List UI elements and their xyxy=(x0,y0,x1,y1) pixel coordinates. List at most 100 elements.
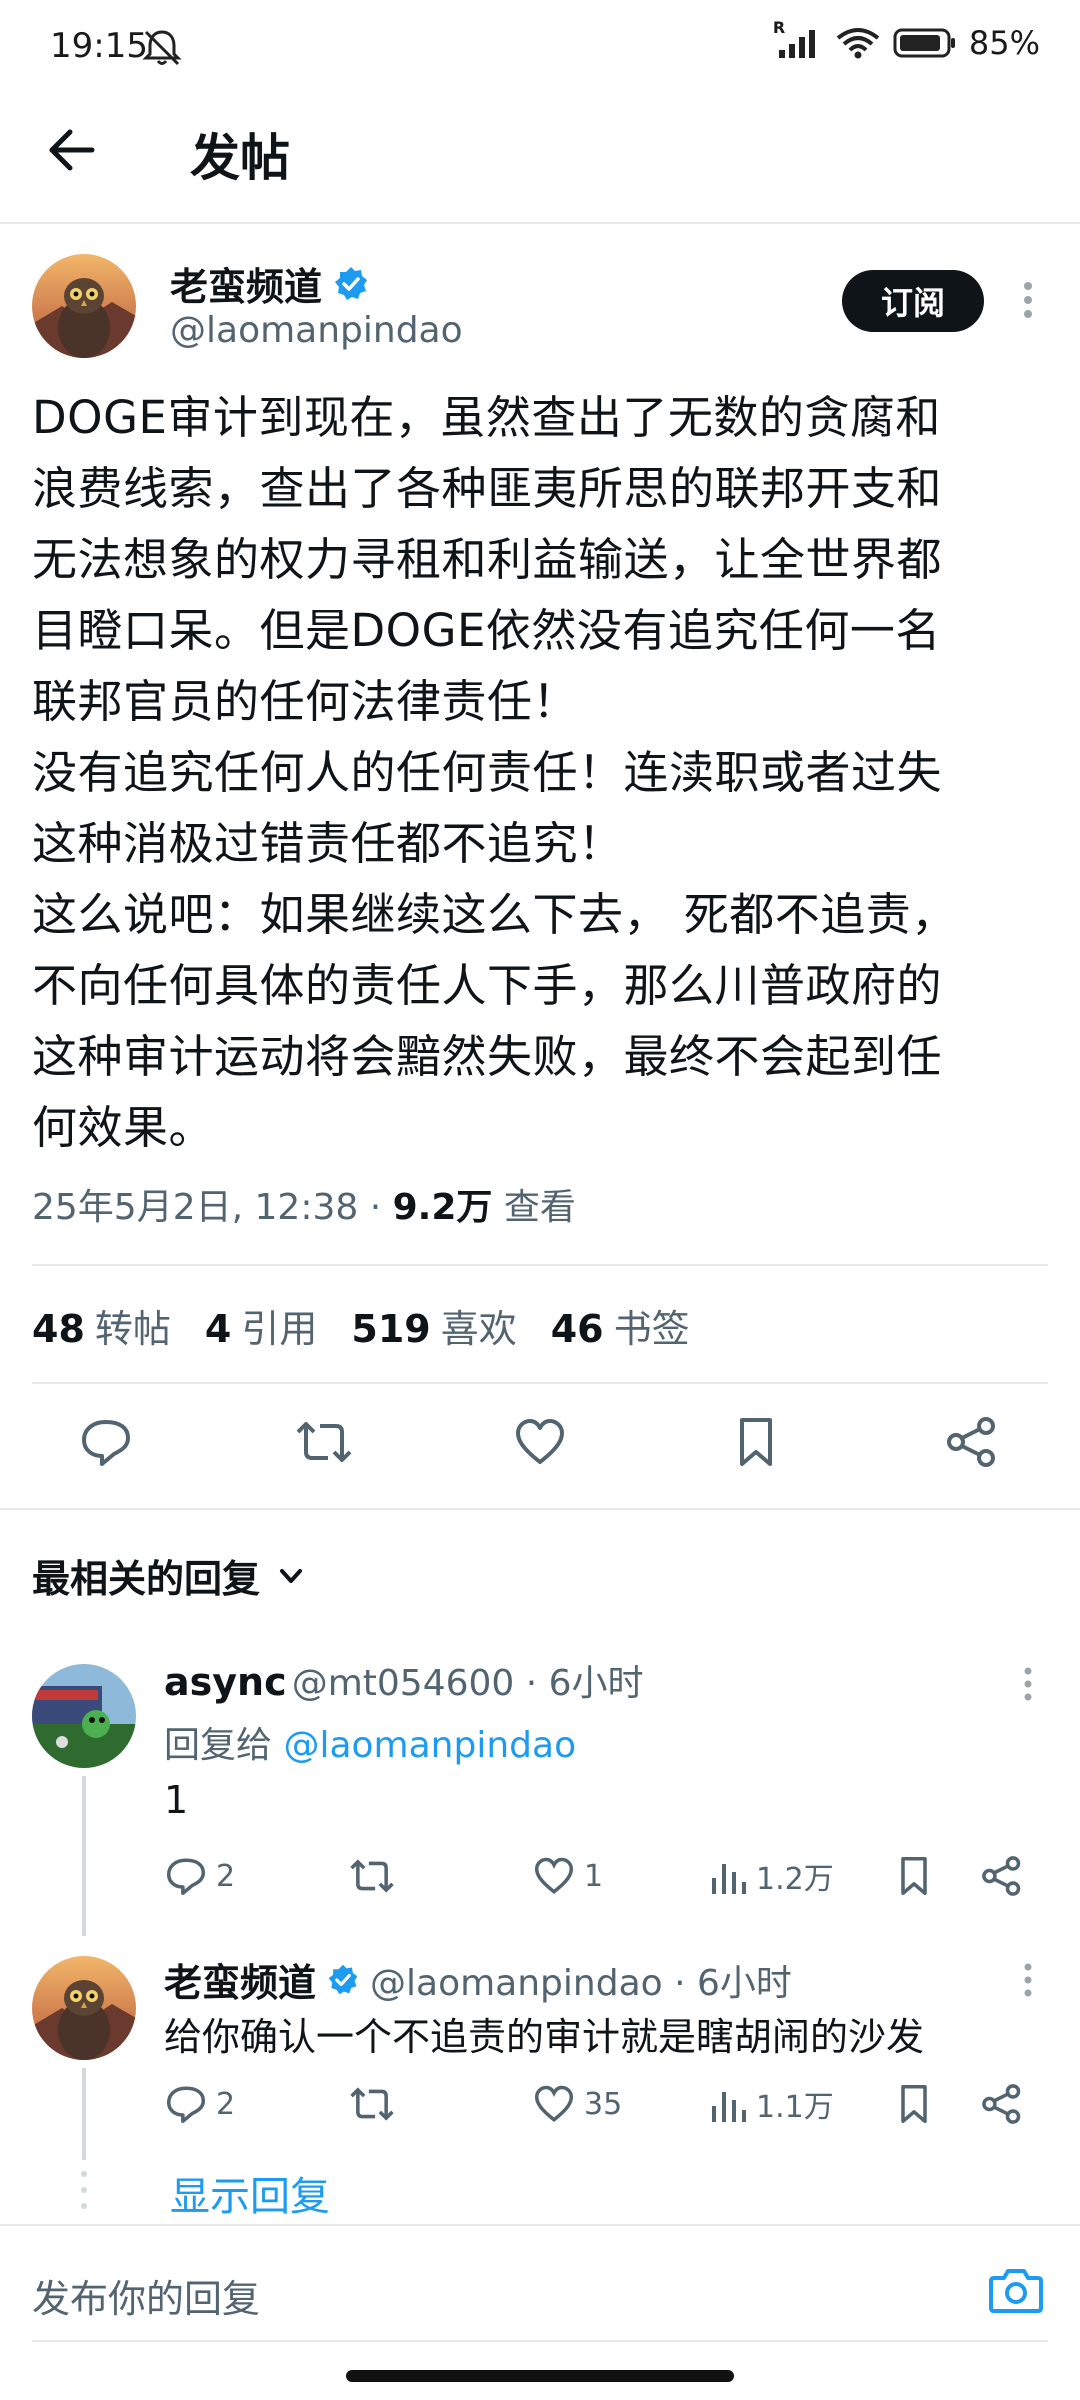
reply-avatar[interactable] xyxy=(32,1664,136,1768)
reply-like-button[interactable]: 1 xyxy=(532,1854,603,1898)
signal-label: R xyxy=(772,18,786,37)
retweet-button[interactable] xyxy=(294,1414,354,1470)
reply-header: 老蛮频道 @laomanpindao · 6小时 xyxy=(164,1952,792,2007)
author-name[interactable]: 老蛮频道 xyxy=(170,256,370,311)
tweet-stats: 48 转帖 4 引用 519 喜欢 46 书签 xyxy=(32,1298,690,1353)
reply-views-button[interactable]: 1.2万 xyxy=(708,1854,834,1898)
page-title: 发帖 xyxy=(190,129,290,187)
verified-badge-icon xyxy=(332,265,370,303)
reply-time: · 6小时 xyxy=(514,1663,644,1704)
share-button[interactable] xyxy=(944,1414,1000,1470)
reply-avatar[interactable] xyxy=(32,1956,136,2060)
battery-percent: 85% xyxy=(968,24,1040,62)
reply-retweet-button[interactable] xyxy=(348,2082,396,2126)
reply-time: · 6小时 xyxy=(662,1962,792,2004)
reply-replies-count: 2 xyxy=(216,1858,236,1894)
tweet-views-label: 查看 xyxy=(492,1187,576,1228)
reply-more-icon[interactable] xyxy=(1022,1962,1034,1998)
bookmark-icon xyxy=(901,2084,927,2124)
show-replies-link[interactable]: 显示回复 xyxy=(170,2164,330,2222)
reply-likes-count: 35 xyxy=(584,2086,623,2122)
battery-icon xyxy=(893,27,957,59)
reply-button[interactable] xyxy=(78,1414,134,1470)
reply-author-handle[interactable]: @laomanpindao xyxy=(370,1963,663,2004)
verified-badge-icon xyxy=(326,1963,360,1997)
stat-bookmarks[interactable]: 46 书签 xyxy=(551,1298,690,1353)
reply-likes-count: 1 xyxy=(584,1858,604,1894)
like-icon xyxy=(534,2085,574,2122)
stats-divider xyxy=(32,1382,1048,1384)
thread-line xyxy=(82,2068,86,2160)
reply-icon xyxy=(166,2086,206,2124)
reply-reply-button[interactable]: 2 xyxy=(164,2082,235,2126)
replies-sort-dropdown[interactable]: 最相关的回复 xyxy=(32,1548,306,1603)
reply-bookmark-button[interactable] xyxy=(892,2082,936,2126)
composer-bottom-divider xyxy=(32,2340,1048,2342)
reply-author-name[interactable]: async xyxy=(164,1660,287,1704)
stat-likes[interactable]: 519 喜欢 xyxy=(351,1298,516,1353)
actions-divider xyxy=(0,1508,1080,1510)
reply-bookmark-button[interactable] xyxy=(892,1854,936,1898)
stat-quotes[interactable]: 4 引用 xyxy=(205,1298,317,1353)
stat-retweets[interactable]: 48 转帖 xyxy=(32,1298,171,1353)
status-time: 19:15 xyxy=(50,26,148,66)
thread-line xyxy=(82,1776,86,1936)
meta-divider xyxy=(32,1264,1048,1266)
bookmark-icon xyxy=(740,1418,772,1466)
tweet-meta: 25年5月2日, 12:38 · 9.2万 查看 xyxy=(32,1178,576,1230)
views-icon xyxy=(712,1864,746,1894)
retweet-icon xyxy=(350,2087,394,2121)
author-handle[interactable]: @laomanpindao xyxy=(170,310,463,351)
bookmark-icon xyxy=(901,1856,927,1896)
camera-icon[interactable] xyxy=(988,2264,1044,2316)
views-icon xyxy=(712,2092,746,2122)
share-icon xyxy=(947,1417,995,1467)
reply-retweet-button[interactable] xyxy=(348,1854,396,1898)
reply-to: 回复给 @laomanpindao xyxy=(164,1716,576,1768)
retweet-icon xyxy=(350,1859,394,1893)
tweet-text: DOGE审计到现在，虽然查出了无数的贪腐和 浪费线索，查出了各种匪夷所思的联邦开… xyxy=(32,391,957,1154)
wifi-icon xyxy=(835,26,881,60)
reply-icon xyxy=(82,1420,130,1466)
reply-more-icon[interactable] xyxy=(1022,1666,1034,1702)
like-icon xyxy=(534,1857,574,1894)
share-icon xyxy=(982,2084,1021,2124)
reply-author-handle[interactable]: @mt054600 xyxy=(292,1663,515,1704)
reply-to-handle[interactable]: @laomanpindao xyxy=(283,1725,576,1766)
like-icon xyxy=(516,1419,564,1464)
tweet-date: 25年5月2日, 12:38 · xyxy=(32,1187,393,1228)
reply-to-prefix: 回复给 xyxy=(164,1725,284,1766)
like-button[interactable] xyxy=(512,1414,568,1470)
thread-dots xyxy=(80,2170,88,2210)
status-icons: R 85% xyxy=(773,18,1040,62)
sort-label: 最相关的回复 xyxy=(32,1557,261,1601)
subscribe-button[interactable]: 订阅 xyxy=(842,270,984,332)
author-name-text: 老蛮频道 xyxy=(170,265,323,309)
composer-divider xyxy=(0,2224,1080,2226)
arrow-left-icon xyxy=(49,129,95,171)
author-avatar[interactable] xyxy=(32,254,136,358)
tweet-views-count: 9.2万 xyxy=(392,1187,493,1228)
reply-header: async @mt054600 · 6小时 xyxy=(164,1654,644,1706)
reply-share-button[interactable] xyxy=(980,2082,1024,2126)
reply-icon xyxy=(166,1858,206,1896)
more-options-icon[interactable] xyxy=(1022,280,1034,320)
share-icon xyxy=(982,1856,1021,1896)
reply-share-button[interactable] xyxy=(980,1854,1024,1898)
reply-composer-input[interactable]: 发布你的回复 xyxy=(32,2268,260,2323)
reply-views-count: 1.1万 xyxy=(756,2090,834,2125)
reply-like-button[interactable]: 35 xyxy=(532,2082,622,2126)
header-divider xyxy=(0,222,1080,224)
reply-views-button[interactable]: 1.1万 xyxy=(708,2082,834,2126)
back-button[interactable] xyxy=(46,124,98,176)
gesture-nav-bar[interactable] xyxy=(346,2370,734,2382)
reply-reply-button[interactable]: 2 xyxy=(164,1854,235,1898)
reply-author-name[interactable]: 老蛮频道 xyxy=(164,1952,316,2007)
retweet-icon xyxy=(296,1422,352,1462)
reply-views-count: 1.2万 xyxy=(756,1862,834,1897)
bookmark-button[interactable] xyxy=(728,1414,784,1470)
reply-text: 给你确认一个不追责的审计就是瞎胡闹的沙发 xyxy=(164,2015,925,2059)
signal-icon: R xyxy=(773,18,823,60)
reply-text: 1 xyxy=(164,1778,189,1822)
chevron-down-icon xyxy=(276,1561,306,1591)
